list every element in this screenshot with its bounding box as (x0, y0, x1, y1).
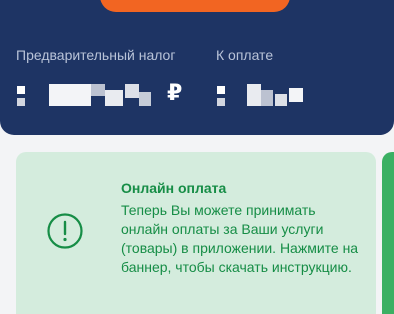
primary-action-button[interactable] (100, 0, 290, 12)
banner-text: Теперь Вы можете принимать онлайн оплаты… (121, 202, 359, 275)
online-payment-banner[interactable]: Онлайн оплата Теперь Вы можете принимать… (16, 152, 376, 314)
alert-circle-icon (47, 213, 83, 249)
banner-title: Онлайн оплата (121, 180, 227, 196)
prelim-tax-label: Предварительный налог (16, 47, 176, 63)
to-pay-label: К оплате (216, 47, 274, 63)
to-pay-value-masked (217, 84, 305, 106)
prelim-tax-value-masked: ₽ (17, 80, 182, 106)
next-banner-peek[interactable] (382, 152, 394, 314)
tax-summary-card: Предварительный налог К оплате ₽ (0, 0, 394, 135)
currency-symbol: ₽ (167, 80, 183, 105)
